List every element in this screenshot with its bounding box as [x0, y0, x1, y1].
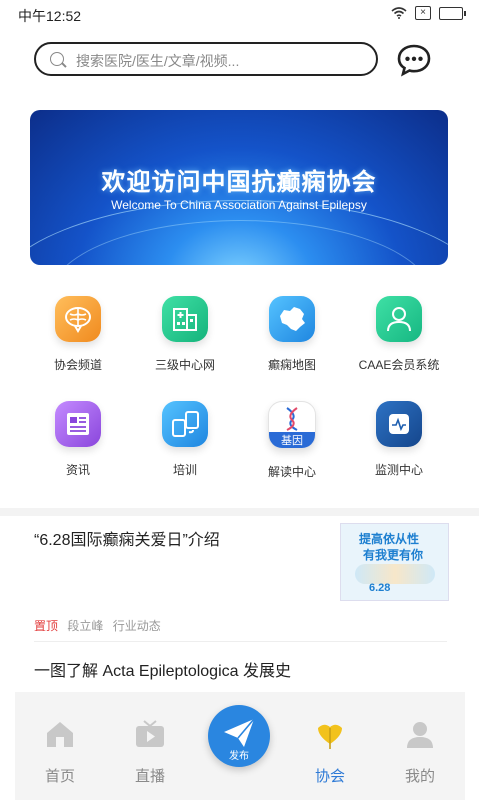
grid-label: 解读中心: [267, 465, 316, 479]
publish-button[interactable]: 发布: [208, 705, 270, 767]
message-icon[interactable]: [396, 42, 432, 78]
news-category: 行业动态: [112, 619, 161, 633]
news-divider: [34, 641, 447, 642]
gene-badge: 基因: [281, 435, 303, 447]
grid-label: 资讯: [65, 463, 90, 477]
thumb-illustration: [355, 564, 435, 584]
news-thumbnail[interactable]: 提高依从性 有我更有你 6.28: [340, 523, 449, 601]
tab-label: 协会: [314, 768, 345, 785]
grid-label: 三级中心网: [154, 358, 215, 372]
publish-label: 发布: [229, 751, 249, 762]
newspaper-icon: [55, 401, 101, 447]
user-icon: [407, 722, 433, 748]
tv-icon: [136, 720, 164, 747]
banner-title: 欢迎访问中国抗癫痫协会: [101, 169, 377, 196]
tab-home[interactable]: 首页: [30, 718, 90, 786]
sim-x-icon: ×: [415, 6, 431, 20]
search-placeholder: 搜索医院/医生/文章/视频...: [76, 53, 240, 69]
grid-label: CAAE会员系统: [358, 358, 440, 372]
monitor-icon: [376, 401, 422, 447]
section-divider: [0, 508, 479, 516]
tab-association[interactable]: 协会: [300, 718, 360, 786]
grid-item-monitoring[interactable]: 监测中心: [349, 401, 449, 478]
brain-icon: [55, 296, 101, 342]
thumb-date: 6.28: [369, 582, 391, 594]
china-map-icon: [269, 296, 315, 342]
news-title[interactable]: “6.28国际癫痫关爱日”介绍: [34, 526, 220, 550]
status-bar: 中午12:52 ×: [0, 0, 479, 28]
grid-label: 培训: [172, 463, 197, 477]
thumb-text: 有我更有你: [363, 548, 424, 562]
news-title[interactable]: 一图了解 Acta Epileptologica 发展史: [34, 657, 291, 681]
tab-label: 首页: [44, 768, 75, 785]
wifi-icon: [391, 7, 407, 19]
banner[interactable]: 欢迎访问中国抗癫痫协会 Welcome To China Association…: [30, 110, 448, 265]
member-icon: [376, 296, 422, 342]
hospital-icon: [162, 296, 208, 342]
news-meta: 置顶 段立峰 行业动态: [34, 617, 167, 634]
pinned-tag: 置顶: [34, 619, 59, 633]
dna-icon: 基因: [268, 401, 316, 449]
grid-item-caae-member[interactable]: CAAE会员系统: [349, 296, 449, 373]
status-icons: ×: [391, 6, 466, 20]
tab-label: 直播: [134, 768, 165, 785]
grid-item-association[interactable]: 协会频道: [28, 296, 128, 373]
search-icon: [50, 52, 64, 66]
grid-label: 协会频道: [53, 358, 102, 372]
grid-item-interpretation[interactable]: 基因 解读中心: [242, 401, 342, 480]
grid-item-tier-center[interactable]: 三级中心网: [135, 296, 235, 373]
tab-live[interactable]: 直播: [120, 718, 180, 786]
status-time: 中午12:52: [18, 8, 82, 24]
search-input[interactable]: 搜索医院/医生/文章/视频...: [34, 42, 378, 76]
battery-icon: [439, 6, 466, 20]
banner-subtitle: Welcome To China Association Against Epi…: [111, 198, 367, 212]
tab-label: 我的: [404, 768, 435, 785]
home-icon: [47, 722, 73, 747]
tab-mine[interactable]: 我的: [390, 718, 450, 786]
devices-icon: [162, 401, 208, 447]
grid-label: 监测中心: [374, 463, 423, 477]
news-author: 段立峰: [67, 619, 104, 633]
grid-item-training[interactable]: 培训: [135, 401, 235, 478]
grid-item-epilepsy-map[interactable]: 癫痫地图: [242, 296, 342, 373]
ginkgo-icon: [318, 724, 342, 749]
grid-item-news[interactable]: 资讯: [28, 401, 128, 478]
thumb-text: 提高依从性: [359, 532, 420, 546]
grid-label: 癫痫地图: [267, 358, 316, 372]
